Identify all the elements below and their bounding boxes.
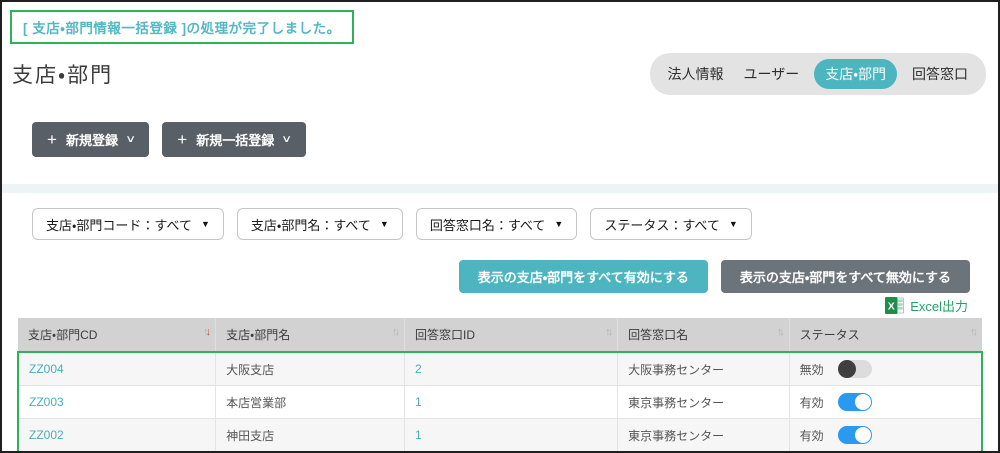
sort-icon[interactable]: ↑↓ <box>777 326 782 338</box>
filter-label: 支店・部門コード：すべて <box>46 215 192 234</box>
window-id-link[interactable]: 1 <box>415 395 422 409</box>
enable-all-button[interactable]: 表示の支店・部門をすべて有効にする <box>459 260 708 293</box>
excel-export-link[interactable]: Excel出力 <box>910 296 968 315</box>
table-row: ZZ002 神田支店 1 東京事務センター 有効 <box>18 419 982 452</box>
column-header-window-name[interactable]: 回答窓口名 ↑↓ <box>618 318 790 352</box>
status-label: 無効 <box>800 361 824 378</box>
page-title: 支店・部門 <box>12 59 113 89</box>
branch-name-cell: 神田支店 <box>216 419 405 452</box>
svg-text:X: X <box>888 301 895 313</box>
bulk-register-button[interactable]: + 新規一括登録 ∨ <box>162 122 305 157</box>
dropdown-arrow-icon: ▼ <box>729 219 738 229</box>
dropdown-arrow-icon: ▼ <box>380 219 389 229</box>
filter-label: ステータス：すべて <box>604 215 720 234</box>
column-label: ステータス <box>800 328 860 342</box>
bulk-action-bar: 表示の支店・部門をすべて有効にする 表示の支店・部門をすべて無効にする <box>2 260 970 293</box>
window-name-cell: 東京事務センター <box>618 419 790 452</box>
page-header: 支店・部門 法人情報 ユーザー 支店・部門 回答窓口 <box>2 44 998 95</box>
status-toggle[interactable] <box>838 360 872 378</box>
status-label: 有効 <box>800 427 824 444</box>
branch-cd-link[interactable]: ZZ003 <box>29 395 64 409</box>
table-body: ZZ004 大阪支店 2 大阪事務センター 無効 ZZ003 本店営業部 1 東… <box>18 352 982 453</box>
branch-department-page: [ 支店・部門情報一括登録 ]の処理が完了しました。 支店・部門 法人情報 ユー… <box>0 0 1000 453</box>
sort-icon[interactable]: ↑↓ <box>605 326 610 338</box>
window-name-cell: 大阪事務センター <box>618 352 790 386</box>
branch-cd-link[interactable]: ZZ004 <box>29 362 64 376</box>
flash-message: [ 支店・部門情報一括登録 ]の処理が完了しました。 <box>10 10 354 44</box>
window-id-link[interactable]: 1 <box>415 428 422 442</box>
new-register-label: 新規登録 <box>66 130 118 149</box>
column-label: 支店・部門CD <box>28 328 97 342</box>
table-row: ZZ004 大阪支店 2 大阪事務センター 無効 <box>18 352 982 386</box>
status-toggle[interactable] <box>838 426 872 444</box>
column-header-window-id[interactable]: 回答窓口ID ↑↓ <box>405 318 618 352</box>
section-divider <box>2 184 998 193</box>
disable-all-button[interactable]: 表示の支店・部門をすべて無効にする <box>721 260 970 293</box>
plus-icon: + <box>47 131 57 148</box>
filter-branch-name[interactable]: 支店・部門名：すべて ▼ <box>237 208 403 240</box>
toolbar: + 新規登録 ∨ + 新規一括登録 ∨ <box>32 122 998 157</box>
tab-response-window[interactable]: 回答窓口 <box>907 59 973 89</box>
tab-branch-department[interactable]: 支店・部門 <box>814 59 897 89</box>
table-row: ZZ003 本店営業部 1 東京事務センター 有効 <box>18 386 982 419</box>
tab-bar: 法人情報 ユーザー 支店・部門 回答窓口 <box>650 53 987 95</box>
excel-icon: X <box>885 297 904 314</box>
column-label: 支店・部門名 <box>226 328 290 342</box>
branch-table-container: 支店・部門CD ↑↓ 支店・部門名 ↑↓ 回答窓口ID ↑↓ 回答窓口名 ↑↓ <box>17 318 983 453</box>
excel-export-row: X Excel出力 <box>2 296 968 315</box>
column-label: 回答窓口ID <box>415 328 475 342</box>
branch-table: 支店・部門CD ↑↓ 支店・部門名 ↑↓ 回答窓口ID ↑↓ 回答窓口名 ↑↓ <box>17 318 983 453</box>
filter-bar: 支店・部門コード：すべて ▼ 支店・部門名：すべて ▼ 回答窓口名：すべて ▼ … <box>32 208 998 240</box>
filter-window-name[interactable]: 回答窓口名：すべて ▼ <box>416 208 578 240</box>
chevron-down-icon: ∨ <box>125 134 136 145</box>
new-register-button[interactable]: + 新規登録 ∨ <box>32 122 149 157</box>
sort-icon[interactable]: ↑↓ <box>970 326 975 338</box>
dropdown-arrow-icon: ▼ <box>201 219 210 229</box>
branch-name-cell: 大阪支店 <box>216 352 405 386</box>
filter-branch-code[interactable]: 支店・部門コード：すべて ▼ <box>32 208 224 240</box>
bulk-register-label: 新規一括登録 <box>196 130 274 149</box>
plus-icon: + <box>177 131 187 148</box>
window-id-link[interactable]: 2 <box>415 362 422 376</box>
status-label: 有効 <box>800 394 824 411</box>
status-toggle[interactable] <box>838 393 872 411</box>
filter-label: 支店・部門名：すべて <box>251 215 371 234</box>
tab-users[interactable]: ユーザー <box>739 59 805 89</box>
column-label: 回答窓口名 <box>628 328 688 342</box>
tab-corporate-info[interactable]: 法人情報 <box>663 59 729 89</box>
filter-status[interactable]: ステータス：すべて ▼ <box>590 208 752 240</box>
sort-icon[interactable]: ↑↓ <box>203 326 208 338</box>
window-name-cell: 東京事務センター <box>618 386 790 419</box>
sort-icon[interactable]: ↑↓ <box>392 326 397 338</box>
branch-cd-link[interactable]: ZZ002 <box>29 428 64 442</box>
branch-name-cell: 本店営業部 <box>216 386 405 419</box>
column-header-branch-cd[interactable]: 支店・部門CD ↑↓ <box>18 318 216 352</box>
chevron-down-icon: ∨ <box>281 134 292 145</box>
table-header-row: 支店・部門CD ↑↓ 支店・部門名 ↑↓ 回答窓口ID ↑↓ 回答窓口名 ↑↓ <box>18 318 982 352</box>
filter-label: 回答窓口名：すべて <box>430 215 546 234</box>
dropdown-arrow-icon: ▼ <box>554 219 563 229</box>
column-header-branch-name[interactable]: 支店・部門名 ↑↓ <box>216 318 405 352</box>
column-header-status[interactable]: ステータス ↑↓ <box>789 318 982 352</box>
